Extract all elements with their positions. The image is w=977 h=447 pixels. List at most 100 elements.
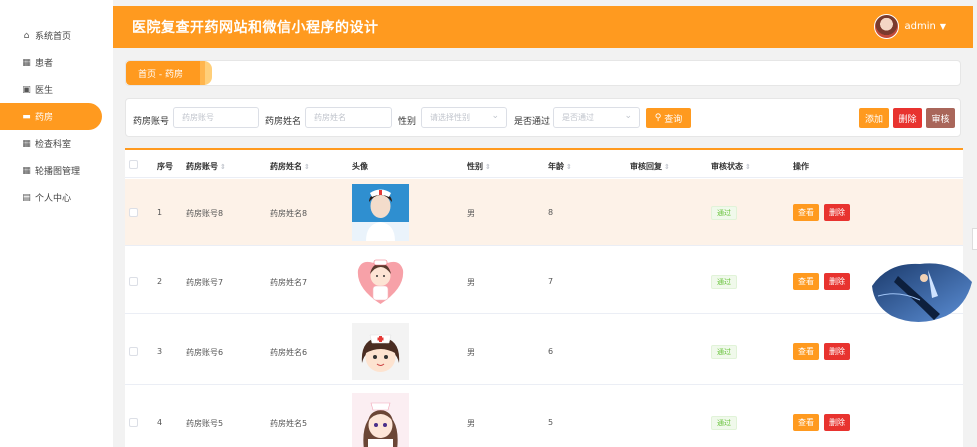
username: admin xyxy=(904,21,936,32)
chevron-down-icon: ⌄ xyxy=(624,111,632,121)
sort-icon: ⇕ xyxy=(664,163,670,171)
column-header: 头像 xyxy=(352,162,368,171)
table-row: 3 药房账号6 药房姓名6 男 6 通过 查看 删除 xyxy=(125,318,963,385)
add-button[interactable]: 添加 xyxy=(859,108,889,128)
user-menu[interactable]: admin ▼ xyxy=(873,14,946,39)
view-button[interactable]: 查看 xyxy=(793,273,819,290)
breadcrumb-bar: 首页 - 药房 xyxy=(125,60,961,86)
row-checkbox[interactable] xyxy=(129,347,138,356)
sidebar-item-doctors[interactable]: ▣ 医生 xyxy=(0,76,113,103)
table-row: 4 药房账号5 药房姓名5 男 5 通过 查看 删除 xyxy=(125,388,963,447)
cell-account: 药房账号5 xyxy=(186,419,224,428)
view-button[interactable]: 查看 xyxy=(793,414,819,431)
chevron-down-icon: ⌄ xyxy=(491,111,499,121)
cell-gender: 男 xyxy=(467,348,475,357)
name-input[interactable]: 药房姓名 xyxy=(305,107,392,128)
column-header: 操作 xyxy=(793,162,809,171)
gender-label: 性别 xyxy=(398,117,417,127)
cell-gender: 男 xyxy=(467,209,475,218)
sidebar: ⌂ 系统首页 ▦ 患者 ▣ 医生 ▬ 药房 ▦ 检查科室 ▦ 轮播图管理 ▤ 个… xyxy=(0,0,113,447)
status-badge: 通过 xyxy=(711,206,737,220)
nurse-avatar-image xyxy=(352,252,409,309)
home-icon: ⌂ xyxy=(23,30,30,41)
chevron-down-icon: ▼ xyxy=(939,22,946,31)
search-button[interactable]: ⚲ 查询 xyxy=(646,108,691,128)
delete-button[interactable]: 删除 xyxy=(824,343,850,360)
sidebar-item-home[interactable]: ⌂ 系统首页 xyxy=(0,22,113,49)
sidebar-item-label: 检查科室 xyxy=(35,140,72,150)
cell-name: 药房姓名8 xyxy=(270,209,308,218)
sort-icon: ⇕ xyxy=(745,163,751,171)
cell-age: 6 xyxy=(548,347,554,356)
account-label: 药房账号 xyxy=(133,117,170,127)
sidebar-item-patients[interactable]: ▦ 患者 xyxy=(0,49,113,76)
cell-account: 药房账号6 xyxy=(186,348,224,357)
name-label: 药房姓名 xyxy=(265,117,302,127)
column-header[interactable]: 药房账号 ⇕ xyxy=(186,161,226,172)
sidebar-item-label: 系统首页 xyxy=(35,32,72,42)
approved-select[interactable]: 是否通过 ⌄ xyxy=(553,107,640,128)
column-header[interactable]: 年龄 ⇕ xyxy=(548,161,572,172)
search-panel: 药房账号 药房账号 药房姓名 药房姓名 性别 请选择性别 ⌄ 是否通过 是否通过… xyxy=(125,98,961,137)
status-badge: 通过 xyxy=(711,345,737,359)
search-icon: ⚲ xyxy=(654,113,662,123)
pharmacy-table: 序号 药房账号 ⇕ 药房姓名 ⇕ 头像 性别 ⇕ 年龄 ⇕ 审核回复 ⇕ 审核状态 ⇕ 操作… xyxy=(125,148,963,447)
cell-index: 4 xyxy=(157,418,163,427)
sort-icon: ⇕ xyxy=(304,163,310,171)
row-checkbox[interactable] xyxy=(129,418,138,427)
view-button[interactable]: 查看 xyxy=(793,204,819,221)
delete-button[interactable]: 删除 xyxy=(824,273,850,290)
cell-gender: 男 xyxy=(467,419,475,428)
row-checkbox[interactable] xyxy=(129,208,138,217)
sort-icon: ⇕ xyxy=(566,163,572,171)
sidebar-item-label: 药房 xyxy=(35,113,54,123)
sidebar-item-profile[interactable]: ▤ 个人中心 xyxy=(0,184,113,211)
top-header: 医院复查开药网站和微信小程序的设计 admin ▼ xyxy=(113,6,973,48)
column-header[interactable]: 审核状态 ⇕ xyxy=(711,161,751,172)
table-header: 序号 药房账号 ⇕ 药房姓名 ⇕ 头像 性别 ⇕ 年龄 ⇕ 审核回复 ⇕ 审核状态 ⇕ 操作 xyxy=(125,150,963,178)
nurse-avatar-image xyxy=(352,393,409,447)
cell-gender: 男 xyxy=(467,278,475,287)
grid-icon: ▦ xyxy=(22,57,31,68)
cell-account: 药房账号7 xyxy=(186,278,224,287)
cell-name: 药房姓名5 xyxy=(270,419,308,428)
side-scroll-handle[interactable] xyxy=(972,228,977,250)
row-checkbox[interactable] xyxy=(129,277,138,286)
column-header[interactable]: 审核回复 ⇕ xyxy=(630,161,670,172)
sidebar-item-exam-dept[interactable]: ▦ 检查科室 xyxy=(0,130,113,157)
table-row: 1 药房账号8 药房姓名8 男 8 通过 查看 删除 xyxy=(125,179,963,246)
select-all-checkbox[interactable] xyxy=(129,160,138,169)
sidebar-item-carousel[interactable]: ▦ 轮播图管理 xyxy=(0,157,113,184)
briefcase-icon: ▬ xyxy=(22,111,31,122)
sidebar-item-label: 个人中心 xyxy=(35,194,72,204)
status-badge: 通过 xyxy=(711,275,737,289)
column-header[interactable]: 性别 ⇕ xyxy=(467,161,491,172)
approved-label: 是否通过 xyxy=(514,117,551,127)
table-row: 2 药房账号7 药房姓名7 男 7 通过 查看 删除 xyxy=(125,247,963,314)
cell-account: 药房账号8 xyxy=(186,209,224,218)
table-icon: ▦ xyxy=(22,138,31,149)
account-input[interactable]: 药房账号 xyxy=(173,107,259,128)
cell-index: 3 xyxy=(157,347,163,356)
checkbox-icon: ▣ xyxy=(22,84,31,95)
sort-icon: ⇕ xyxy=(485,163,491,171)
sort-icon: ⇕ xyxy=(220,163,226,171)
cell-name: 药房姓名7 xyxy=(270,278,308,287)
view-button[interactable]: 查看 xyxy=(793,343,819,360)
audit-button[interactable]: 审核 xyxy=(926,108,955,128)
floating-decoration-image xyxy=(872,263,972,322)
column-header[interactable]: 药房姓名 ⇕ xyxy=(270,161,310,172)
sidebar-item-pharmacy[interactable]: ▬ 药房 xyxy=(0,103,102,130)
cell-index: 2 xyxy=(157,277,163,286)
sidebar-item-label: 患者 xyxy=(35,59,54,69)
delete-button[interactable]: 删除 xyxy=(824,204,850,221)
status-badge: 通过 xyxy=(711,416,737,430)
grid-icon: ▦ xyxy=(22,165,31,176)
cell-index: 1 xyxy=(157,208,163,217)
approved-select-placeholder: 是否通过 xyxy=(562,113,594,122)
gender-select[interactable]: 请选择性别 ⌄ xyxy=(421,107,507,128)
app-title: 医院复查开药网站和微信小程序的设计 xyxy=(132,20,379,36)
breadcrumb[interactable]: 首页 - 药房 xyxy=(126,61,212,85)
delete-button[interactable]: 删除 xyxy=(824,414,850,431)
batch-delete-button[interactable]: 删除 xyxy=(893,108,922,128)
